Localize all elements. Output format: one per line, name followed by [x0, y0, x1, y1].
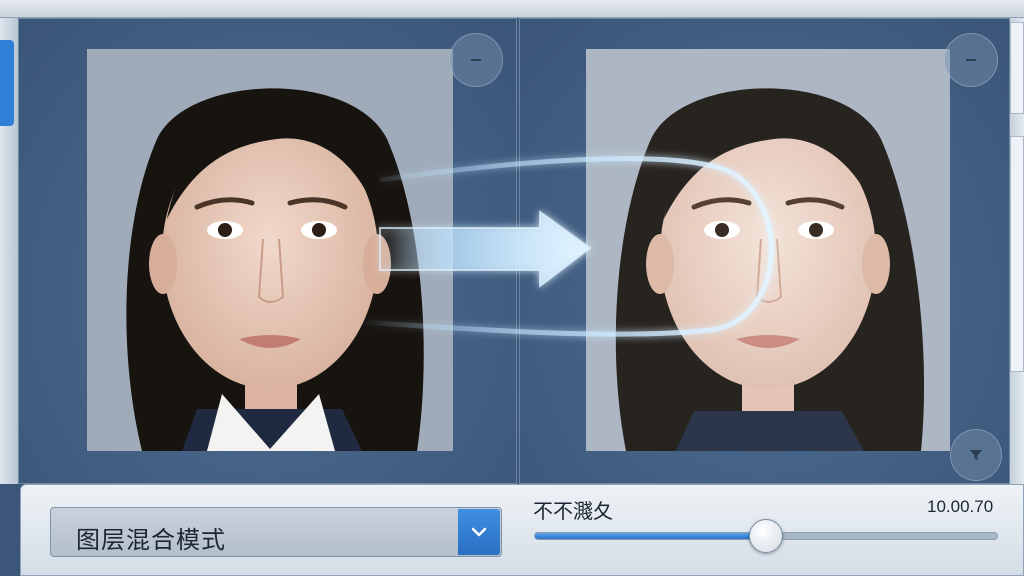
rail-segment[interactable]	[1010, 136, 1024, 372]
minus-icon	[471, 59, 481, 61]
chevron-down-icon	[471, 527, 487, 537]
portrait-original	[87, 49, 453, 451]
collapse-button[interactable]	[449, 33, 503, 87]
opacity-slider[interactable]	[534, 519, 998, 553]
filter-button[interactable]	[950, 429, 1002, 481]
after-panel	[519, 18, 1010, 484]
filter-icon	[970, 450, 982, 460]
opacity-label: 不不濺夂	[533, 499, 613, 523]
rail-segment[interactable]	[1010, 22, 1024, 114]
collapse-button[interactable]	[944, 33, 998, 87]
right-tool-rail	[1010, 18, 1024, 484]
blend-mode-dropdown[interactable]: 图层混合模式	[50, 507, 502, 557]
before-panel	[18, 18, 517, 484]
dropdown-toggle-button[interactable]	[458, 509, 500, 555]
left-tool-rail	[0, 18, 18, 484]
top-bar	[0, 0, 1024, 18]
bottom-control-bar: 图层混合模式 不不濺夂 10.00.70	[20, 484, 1024, 576]
after-canvas	[586, 49, 950, 451]
before-canvas	[87, 49, 453, 451]
portrait-blended	[586, 49, 950, 451]
blend-mode-value: 图层混合模式	[76, 526, 226, 554]
active-tool-indicator[interactable]	[0, 40, 14, 126]
slider-thumb[interactable]	[749, 519, 783, 553]
opacity-value: 10.00.70	[927, 497, 994, 516]
slider-fill	[535, 533, 766, 539]
minus-icon	[966, 59, 976, 61]
